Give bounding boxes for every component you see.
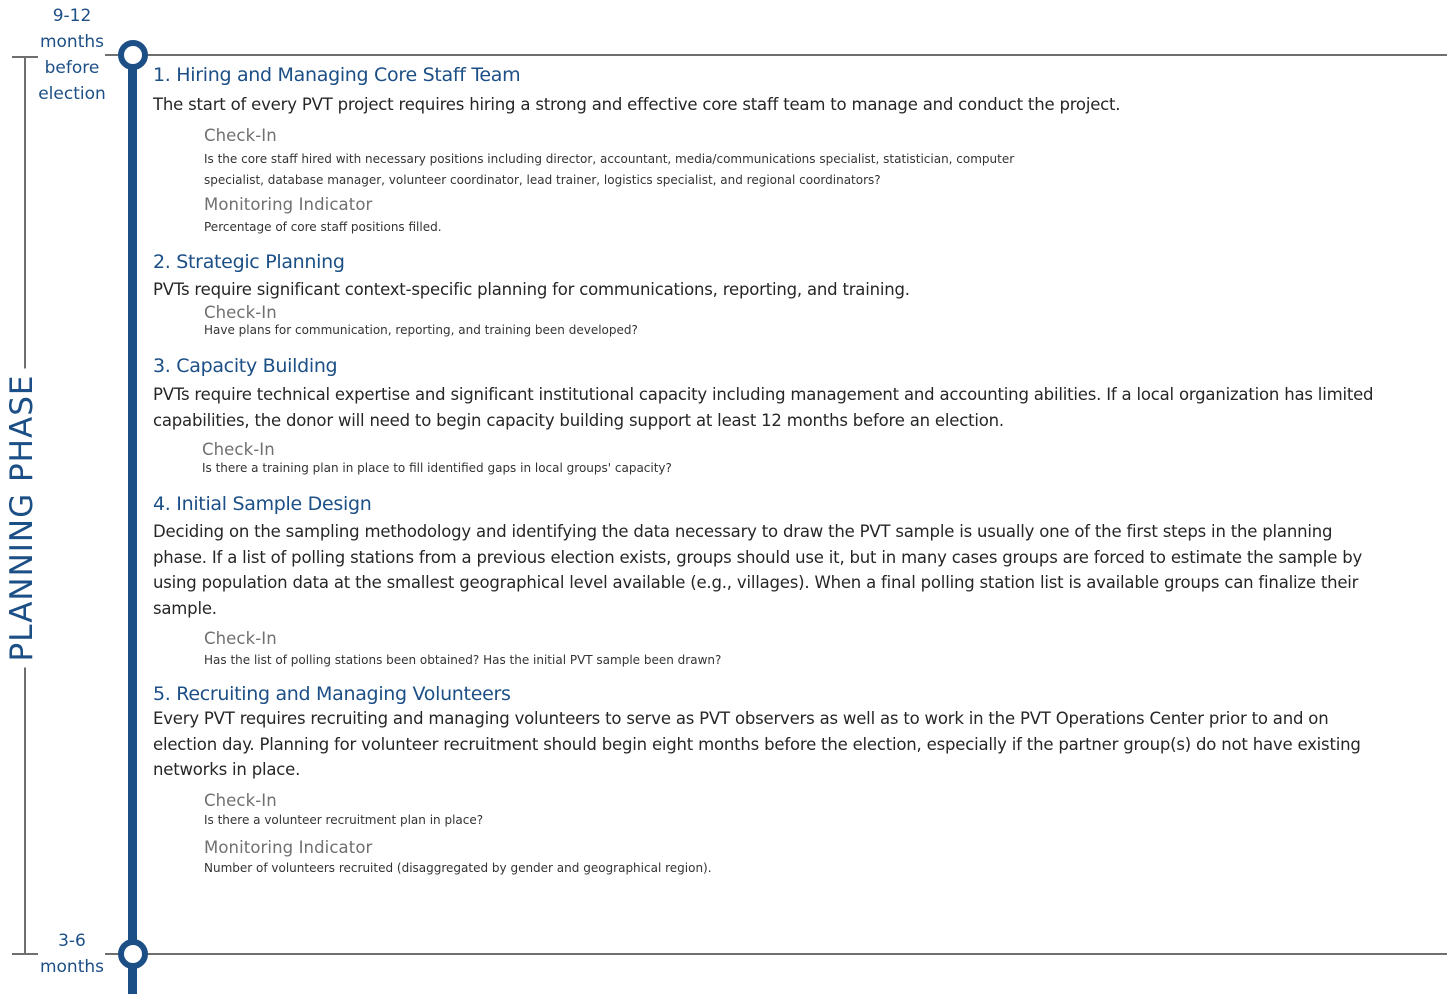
checkin-text: Have plans for communication, reporting,… <box>204 323 638 337</box>
checkin-text: Is there a training plan in place to fil… <box>202 461 672 475</box>
section-body: PVTs require significant context-specifi… <box>153 279 910 299</box>
indicator-text: Number of volunteers recruited (disaggre… <box>204 860 712 875</box>
section-body: The start of every PVT project requires … <box>153 95 1121 114</box>
section-title: 5. Recruiting and Managing Volunteers <box>153 683 511 705</box>
bottom-rule <box>105 953 1447 955</box>
phase-label: PLANNING PHASE <box>4 368 40 668</box>
section-body: Every PVT requires recruiting and managi… <box>153 709 1361 779</box>
section-recruiting-volunteers: 5. Recruiting and Managing Volunteers Ev… <box>153 682 1413 877</box>
section-title: 2. Strategic Planning <box>153 250 345 273</box>
checkin-text: Is there a volunteer recruitment plan in… <box>204 812 484 827</box>
section-strategic-planning: 2. Strategic Planning PVTs require signi… <box>153 247 1413 338</box>
section-body: PVTs require technical expertise and sig… <box>153 385 1374 430</box>
start-time-label: 9-12 months before election <box>38 6 106 104</box>
section-hiring: 1. Hiring and Managing Core Staff Team T… <box>153 60 1413 237</box>
checkin-heading: Check-In <box>204 790 277 810</box>
timeline-line <box>128 54 137 994</box>
section-body: Deciding on the sampling methodology and… <box>153 522 1363 618</box>
timeline-node-end <box>118 939 148 969</box>
end-time-label: 3-6 months <box>39 931 105 977</box>
indicator-heading: Monitoring Indicator <box>204 194 373 214</box>
timeline-node-start <box>118 40 148 70</box>
checkin-text-line: Is the core staff hired with necessary p… <box>204 151 1015 166</box>
content: 1. Hiring and Managing Core Staff Team T… <box>153 60 1413 877</box>
section-capacity-building: 3. Capacity Building PVTs require techni… <box>153 351 1413 476</box>
top-rule <box>105 54 1447 56</box>
section-title: 1. Hiring and Managing Core Staff Team <box>153 64 521 86</box>
indicator-text: Percentage of core staff positions fille… <box>204 219 442 234</box>
checkin-heading: Check-In <box>204 629 277 648</box>
checkin-heading: Check-In <box>202 440 275 459</box>
checkin-heading: Check-In <box>204 303 277 322</box>
checkin-text: Has the list of polling stations been ob… <box>204 653 722 667</box>
section-initial-sample-design: 4. Initial Sample Design Deciding on the… <box>153 489 1413 669</box>
section-title: 4. Initial Sample Design <box>153 493 372 515</box>
section-title: 3. Capacity Building <box>153 355 338 377</box>
indicator-heading: Monitoring Indicator <box>204 837 373 857</box>
checkin-text-line: specialist, database manager, volunteer … <box>204 172 881 187</box>
checkin-heading: Check-In <box>204 125 277 145</box>
